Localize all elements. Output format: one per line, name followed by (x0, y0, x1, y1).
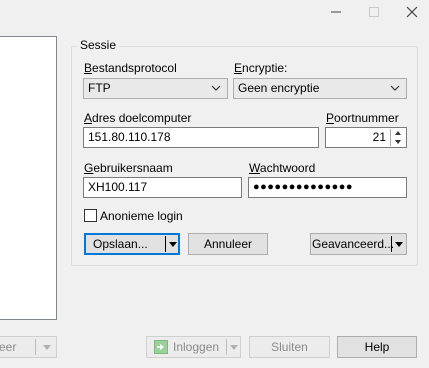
manage-button-label: eer (0, 340, 17, 354)
protocol-label: Bestandsprotocol (84, 61, 177, 75)
cancel-button[interactable]: Annuleer (188, 233, 268, 255)
anonymous-login-label: Anonieme login (100, 209, 183, 223)
advanced-dropdown-arrow-icon[interactable] (395, 242, 403, 247)
encryption-label: Encryptie: (234, 61, 288, 75)
port-value: 21 (372, 130, 386, 144)
host-input[interactable]: 151.80.110.178 (83, 127, 319, 148)
minimize-icon (331, 11, 341, 13)
advanced-split-button[interactable]: Geavanceerd... (310, 233, 407, 255)
encryption-select[interactable]: Geen encryptie (233, 78, 407, 99)
login-button-label: Inloggen (173, 340, 220, 354)
username-label: Gebruikersnaam (84, 161, 173, 175)
close-icon (406, 6, 418, 18)
help-button[interactable]: Help (337, 336, 417, 358)
advanced-button-label: Geavanceerd... (312, 237, 395, 251)
password-input[interactable]: ●●●●●●●●●●●●●● (248, 177, 407, 198)
port-input[interactable]: 21 (325, 127, 407, 148)
save-dropdown-arrow-icon[interactable] (169, 242, 177, 247)
save-split-button[interactable]: Opslaan... (84, 233, 180, 255)
port-spinner[interactable] (390, 129, 405, 146)
port-label: Poortnummer (326, 111, 399, 125)
protocol-value: FTP (88, 81, 111, 95)
password-label: Wachtwoord (249, 161, 316, 175)
login-dropdown-arrow-icon (230, 345, 238, 350)
login-split-button: Inloggen (146, 336, 241, 358)
site-tree-panel[interactable] (0, 36, 57, 320)
save-button-label: Opslaan... (93, 237, 148, 251)
close-button: Sluiten (249, 336, 330, 358)
maximize-icon (369, 7, 379, 17)
chevron-down-icon (211, 85, 221, 91)
login-icon (154, 340, 168, 354)
maximize-button (362, 2, 386, 22)
username-input[interactable]: XH100.117 (83, 177, 242, 198)
manage-split-button: eer (0, 336, 57, 358)
spin-down-icon[interactable] (391, 138, 405, 146)
chevron-down-icon (390, 85, 400, 91)
spin-up-icon[interactable] (391, 129, 405, 137)
host-label: Adres doelcomputer (84, 111, 192, 125)
session-group-label: Sessie (77, 38, 120, 52)
manage-dropdown-arrow-icon (43, 345, 51, 350)
anonymous-login-checkbox[interactable] (84, 209, 97, 222)
close-window-button[interactable] (400, 2, 424, 22)
minimize-button[interactable] (324, 2, 348, 22)
protocol-select[interactable]: FTP (83, 78, 228, 99)
encryption-value: Geen encryptie (238, 81, 320, 95)
